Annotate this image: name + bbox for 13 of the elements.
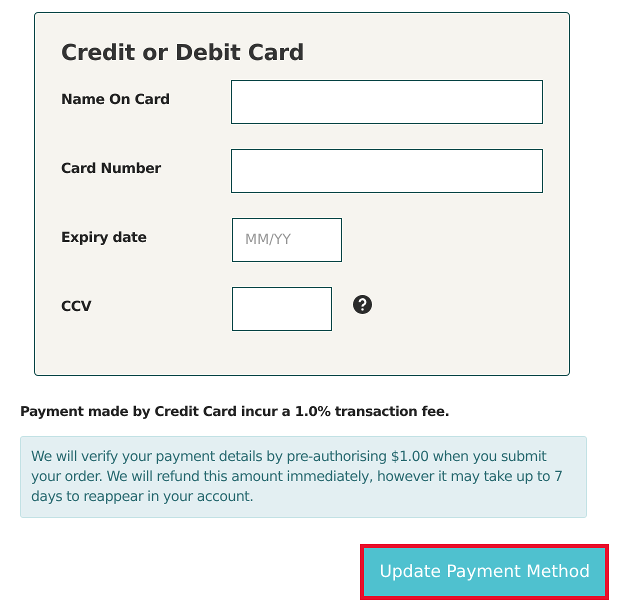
fee-note: Payment made by Credit Card incur a 1.0% transaction fee. xyxy=(20,404,450,420)
input-field[interactable] xyxy=(230,149,543,193)
update-payment-button[interactable]: Update Payment Method xyxy=(364,548,605,596)
field-label: CCV xyxy=(61,298,92,315)
field-label: Expiry date xyxy=(61,229,148,246)
input-field[interactable]: MM/YY xyxy=(232,218,342,262)
field-label: Card Number xyxy=(61,160,162,177)
help-icon[interactable] xyxy=(353,295,372,314)
info-box: We will verify your payment details by pre-authorising $1.00 when you submit your order. We will refund this amount immediately, however it may take up to 7 days to reappear in your account. xyxy=(20,436,587,518)
input-field[interactable] xyxy=(230,80,543,124)
field-label: Name On Card xyxy=(61,91,171,108)
form-title: Credit or Debit Card xyxy=(61,41,306,66)
input-field[interactable] xyxy=(232,287,332,331)
